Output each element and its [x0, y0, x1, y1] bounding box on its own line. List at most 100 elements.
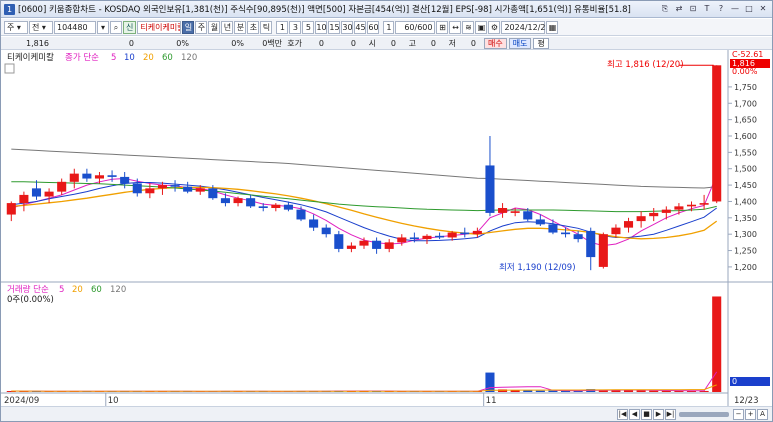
- save-icon[interactable]: ▣: [475, 20, 488, 34]
- window-control-3-icon[interactable]: T: [701, 3, 713, 15]
- candle-body[interactable]: [57, 181, 67, 192]
- candle-body[interactable]: [44, 191, 54, 197]
- window-control-5-icon[interactable]: —: [729, 3, 741, 15]
- candle-body[interactable]: [598, 234, 608, 267]
- minute-tab-10[interactable]: 10: [315, 20, 328, 34]
- candle-body[interactable]: [183, 186, 193, 192]
- candle-body[interactable]: [485, 165, 495, 213]
- candle-body[interactable]: [334, 234, 344, 249]
- period-tab-0[interactable]: 일: [182, 20, 195, 34]
- candle-body[interactable]: [321, 227, 331, 235]
- candle-body[interactable]: [170, 185, 180, 187]
- candle-body[interactable]: [6, 203, 16, 215]
- volume-bar[interactable]: [636, 390, 646, 392]
- minute-tab-60[interactable]: 60: [367, 20, 380, 34]
- candle-body[interactable]: [384, 242, 394, 249]
- minute-tab-3[interactable]: 3: [289, 20, 302, 34]
- zoom-out-icon[interactable]: −: [733, 408, 744, 420]
- candle-body[interactable]: [233, 198, 243, 204]
- scroll-left-icon[interactable]: ◀: [629, 408, 640, 420]
- stock-name[interactable]: 티케이케미칼: [137, 20, 182, 34]
- scroll-slider[interactable]: [679, 411, 729, 417]
- pin-icon[interactable]: ⊞: [436, 20, 449, 34]
- date-input[interactable]: 2024/12/23: [501, 20, 551, 34]
- candle-body[interactable]: [561, 232, 571, 235]
- candle-body[interactable]: [510, 211, 520, 213]
- stop-icon[interactable]: ■: [641, 408, 652, 420]
- text-size-icon[interactable]: A: [757, 408, 768, 420]
- period-type-select[interactable]: 전 ▾: [29, 20, 53, 34]
- search-icon[interactable]: ⌕: [110, 20, 122, 34]
- candle-body[interactable]: [94, 175, 105, 179]
- chart-area[interactable]: 1,750 1,700 1,650 1,600 1,550 1,500 1,450 1,400…: [1, 50, 772, 407]
- candle-body[interactable]: [145, 188, 155, 194]
- candle-body[interactable]: [699, 203, 709, 205]
- period-tab-4[interactable]: 분: [234, 20, 247, 34]
- window-control-2-icon[interactable]: ⊡: [687, 3, 699, 15]
- scroll-right-icon[interactable]: ▶: [653, 408, 664, 420]
- candle-body[interactable]: [208, 188, 218, 199]
- candle-body[interactable]: [435, 235, 445, 238]
- candle-body[interactable]: [82, 173, 92, 179]
- window-control-1-icon[interactable]: ⇄: [673, 3, 685, 15]
- candle-body[interactable]: [460, 232, 470, 235]
- candle-body[interactable]: [498, 208, 508, 213]
- candle-body[interactable]: [611, 227, 621, 235]
- candle-body[interactable]: [132, 183, 142, 194]
- candle-body[interactable]: [157, 185, 167, 189]
- chart-icon[interactable]: ≋: [462, 20, 475, 34]
- candle-body[interactable]: [661, 209, 671, 213]
- candle-body[interactable]: [283, 204, 293, 210]
- minute-tab-5[interactable]: 5: [302, 20, 315, 34]
- candle-body[interactable]: [623, 221, 634, 228]
- candle-body[interactable]: [246, 198, 256, 207]
- candle-body[interactable]: [296, 209, 306, 220]
- minute-tab-15[interactable]: 15: [328, 20, 341, 34]
- scroll-left-end-icon[interactable]: |◀: [617, 408, 628, 420]
- minute-tab-45[interactable]: 45: [354, 20, 367, 34]
- window-control-6-icon[interactable]: □: [743, 3, 755, 15]
- candle-body[interactable]: [31, 188, 42, 197]
- candle-body[interactable]: [258, 206, 268, 208]
- stock-code-input[interactable]: 104480: [54, 20, 96, 34]
- count-input[interactable]: 60/600: [395, 20, 436, 34]
- candle-body[interactable]: [712, 65, 722, 202]
- candle-body[interactable]: [409, 237, 419, 240]
- candle-body[interactable]: [422, 235, 432, 240]
- balance-button[interactable]: 평: [533, 37, 549, 49]
- candle-body[interactable]: [649, 212, 659, 217]
- gear-icon[interactable]: ⚙: [488, 20, 501, 34]
- volume-bar[interactable]: [485, 372, 495, 392]
- candle-body[interactable]: [359, 240, 369, 246]
- candle-body[interactable]: [447, 232, 457, 238]
- candle-body[interactable]: [535, 219, 545, 225]
- window-control-7-icon[interactable]: ✕: [757, 3, 769, 15]
- sell-button[interactable]: 매도: [508, 37, 532, 49]
- zoom-in-icon[interactable]: +: [745, 408, 756, 420]
- period-tab-6[interactable]: 틱: [260, 20, 273, 34]
- chart-type-select[interactable]: 주 ▾: [4, 20, 28, 34]
- minute-tab-30[interactable]: 30: [341, 20, 354, 34]
- candle-body[interactable]: [346, 245, 356, 249]
- calendar-icon[interactable]: ▦: [546, 20, 559, 34]
- period-tab-2[interactable]: 월: [208, 20, 221, 34]
- interval-input[interactable]: 1: [383, 20, 395, 34]
- candle-body[interactable]: [586, 230, 596, 258]
- volume-bar[interactable]: [623, 390, 634, 392]
- candle-body[interactable]: [636, 216, 646, 222]
- candle-body[interactable]: [195, 188, 205, 192]
- period-tab-3[interactable]: 년: [221, 20, 234, 34]
- buy-button[interactable]: 매수: [484, 37, 507, 49]
- period-tab-1[interactable]: 주: [195, 20, 208, 34]
- window-control-4-icon[interactable]: ?: [715, 3, 727, 15]
- candle-body[interactable]: [372, 240, 382, 249]
- volume-bar[interactable]: [523, 390, 533, 392]
- scroll-right-end-icon[interactable]: ▶|: [665, 408, 676, 420]
- candle-body[interactable]: [472, 230, 482, 235]
- volume-bar[interactable]: [712, 296, 722, 392]
- candle-body[interactable]: [271, 204, 281, 208]
- code-dropdown-icon[interactable]: ▾: [97, 20, 109, 34]
- scroll-icon[interactable]: ↔: [449, 20, 462, 34]
- candle-body[interactable]: [220, 198, 230, 204]
- candle-body[interactable]: [573, 234, 583, 240]
